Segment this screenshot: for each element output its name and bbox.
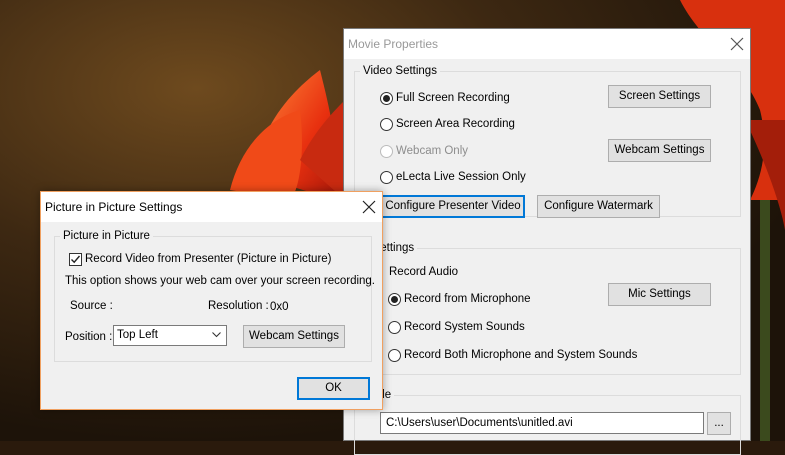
checkbox-label: Record Video from Presenter (Picture in … [85, 253, 332, 265]
source-label: Source : [70, 300, 113, 312]
check-icon [71, 255, 81, 264]
radio-label: Screen Area Recording [396, 118, 515, 130]
close-icon[interactable] [360, 198, 378, 216]
position-label: Position : [65, 331, 113, 343]
radio-label: Record Both Microphone and System Sounds [404, 349, 638, 361]
radio-indicator[interactable] [388, 349, 401, 362]
checkbox-indicator[interactable] [69, 253, 82, 266]
position-select[interactable]: Top Left [113, 325, 227, 346]
record-audio-label: Record Audio [389, 266, 459, 278]
webcam-settings-button[interactable]: Webcam Settings [608, 139, 711, 162]
chevron-down-icon [212, 332, 221, 338]
resolution-label: Resolution : [208, 300, 269, 312]
radio-indicator[interactable] [380, 118, 393, 131]
movie-properties-window: Movie Properties Video Settings Full Scr… [343, 28, 751, 455]
configure-watermark-button[interactable]: Configure Watermark [537, 195, 660, 218]
screen-settings-button[interactable]: Screen Settings [608, 85, 711, 108]
pip-settings-dialog: Picture in Picture Settings Picture in P… [40, 191, 383, 410]
radio-indicator[interactable] [388, 293, 401, 306]
title-bar: Movie Properties [344, 29, 750, 59]
window-title: Movie Properties [348, 37, 439, 51]
radio-indicator[interactable] [380, 171, 393, 184]
radio-label: Full Screen Recording [396, 92, 510, 104]
radio-label: eLecta Live Session Only [396, 171, 526, 183]
ok-button[interactable]: OK [297, 377, 370, 400]
title-bar: Picture in Picture Settings [41, 192, 382, 222]
browse-button[interactable]: ... [707, 412, 731, 435]
dialog-title: Picture in Picture Settings [45, 200, 183, 214]
pip-group-legend: Picture in Picture [60, 228, 153, 244]
radio-label: Record System Sounds [404, 321, 525, 333]
radio-label: Webcam Only [396, 145, 469, 157]
radio-indicator [380, 145, 393, 158]
position-selected-value: Top Left [117, 329, 158, 341]
radio-indicator[interactable] [380, 92, 393, 105]
mic-settings-button[interactable]: Mic Settings [608, 283, 711, 306]
pip-webcam-settings-button[interactable]: Webcam Settings [243, 325, 345, 348]
pip-description: This option shows your web cam over your… [65, 275, 376, 287]
video-settings-legend: Video Settings [360, 63, 440, 79]
file-path-field[interactable]: C:\Users\user\Documents\unitled.avi [380, 412, 704, 434]
configure-presenter-video-button[interactable]: Configure Presenter Video [381, 195, 525, 218]
resolution-value: 0x0 [270, 301, 289, 313]
radio-label: Record from Microphone [404, 293, 531, 305]
radio-indicator[interactable] [388, 321, 401, 334]
close-icon[interactable] [728, 35, 746, 53]
